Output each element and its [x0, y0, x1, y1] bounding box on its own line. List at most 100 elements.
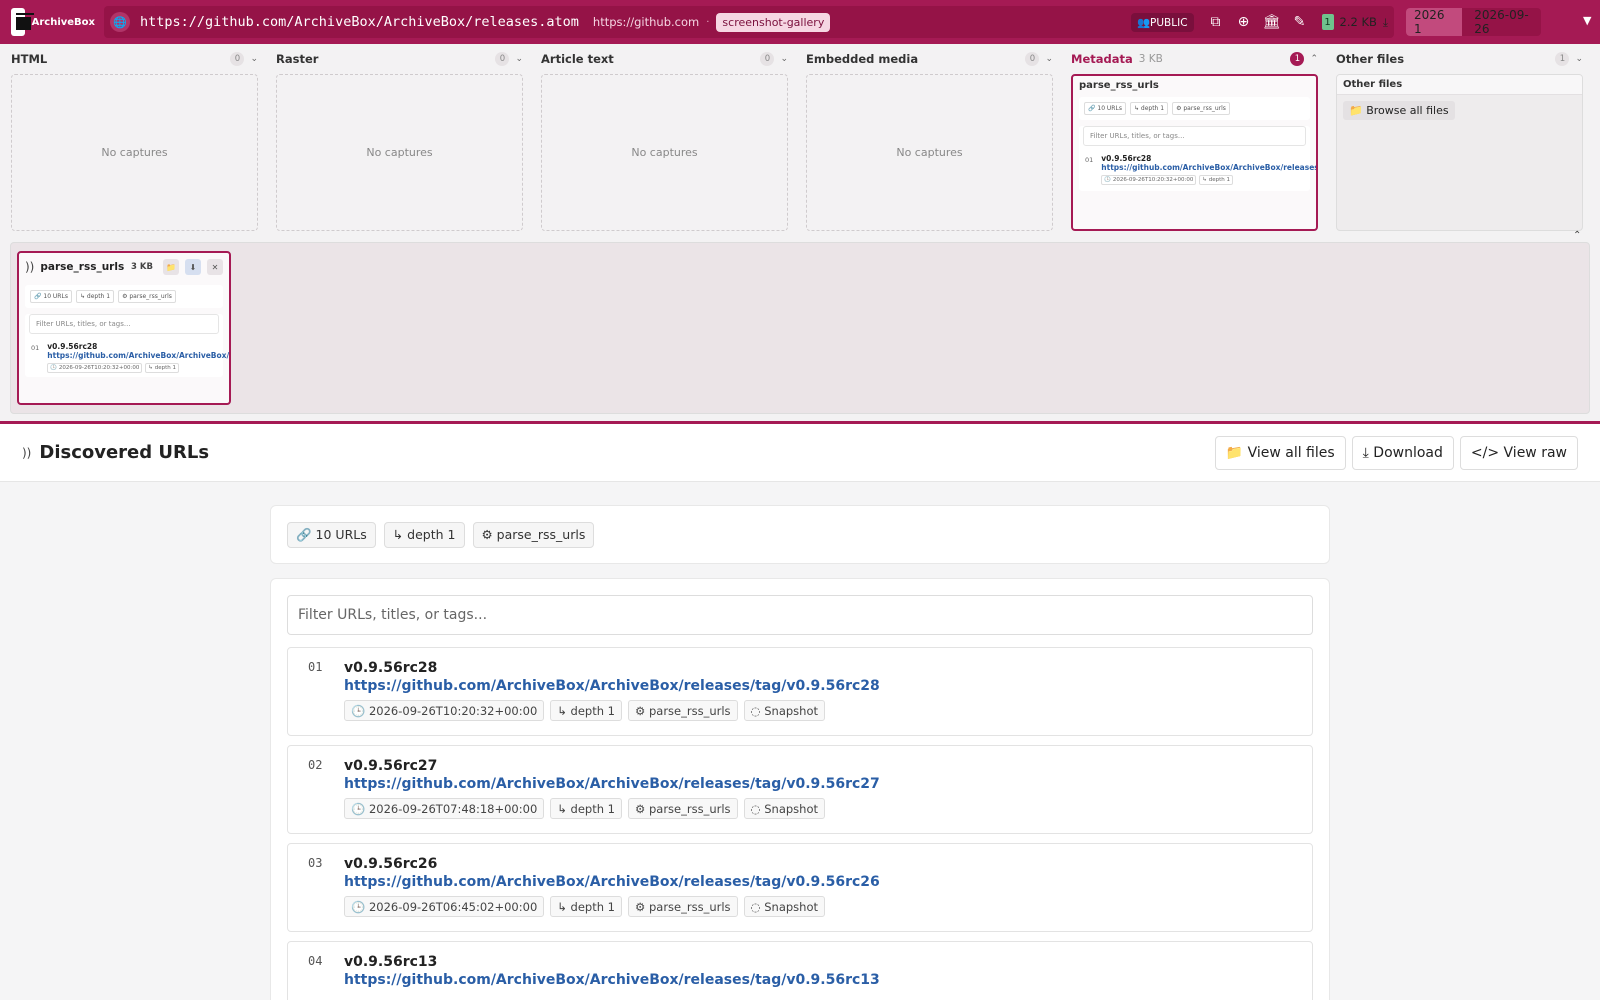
chevron-up-icon[interactable]: ⌃: [1573, 230, 1581, 241]
column-count: 0: [495, 52, 510, 66]
item-status[interactable]: ◌ Snapshot: [743, 896, 825, 917]
date-selector[interactable]: 2026 1 2026-09-26: [1406, 8, 1541, 36]
chevron-down-icon[interactable]: ⌄: [250, 54, 258, 64]
download-icon[interactable]: ⤓: [1383, 15, 1388, 30]
preview-item-number: 01: [31, 344, 40, 352]
url-bar: 🌐 https://github.com/ArchiveBox/ArchiveB…: [104, 6, 1394, 38]
preview-item-link: https://github.com/ArchiveBox/ArchiveBox…: [47, 351, 230, 360]
column-label: Metadata: [1071, 52, 1133, 66]
preview-item-tag: 🕒 2026-09-26T10:20:32+00:00: [47, 363, 143, 373]
column-header[interactable]: Article text 0 ⌄: [541, 44, 788, 74]
column-label: Article text: [541, 52, 614, 66]
chevron-down-icon[interactable]: ⌄: [1045, 54, 1053, 64]
preview-list: Filter URLs, titles, or tags... 01 v0.9.…: [1079, 126, 1316, 191]
download-button[interactable]: ⤓ Download: [1351, 435, 1454, 470]
preview-item-tags: 🕒 2026-09-26T10:20:32+00:00 ↳ depth 1: [47, 363, 229, 373]
preview-list: Filter URLs, titles, or tags... 01 v0.9.…: [25, 314, 229, 377]
item-parser: ⚙ parse_rss_urls: [628, 798, 738, 819]
item-parser: ⚙ parse_rss_urls: [628, 896, 738, 917]
filter-input[interactable]: Filter URLs, titles, or tags...: [287, 595, 1313, 635]
browse-all-files-button[interactable]: 📁 Browse all files: [1343, 101, 1455, 120]
preview-stat: ⚙ parse_rss_urls: [118, 290, 176, 303]
column-header[interactable]: Other files 1 ⌄: [1336, 44, 1583, 74]
preview-stat: 🔗 10 URLs: [1084, 102, 1126, 115]
list-item[interactable]: 02 v0.9.56rc27 https://github.com/Archiv…: [287, 745, 1313, 834]
item-date: 🕒 2026-09-26T06:45:02+00:00: [344, 896, 545, 917]
chevron-up-icon[interactable]: ⌃: [1310, 54, 1318, 64]
empty-state: No captures: [11, 74, 258, 231]
preview-stat: ↳ depth 1: [1129, 102, 1169, 115]
preview-item-title: v0.9.56rc28: [47, 342, 98, 351]
chevron-down-icon[interactable]: ▼: [1583, 14, 1591, 27]
app-name: ArchiveBox: [31, 16, 95, 28]
item-status[interactable]: ◌ Snapshot: [743, 798, 825, 819]
item-depth: ↳ depth 1: [550, 700, 623, 721]
chevron-down-icon[interactable]: ⌄: [1575, 54, 1583, 64]
item-link[interactable]: https://github.com/ArchiveBox/ArchiveBox…: [344, 776, 880, 792]
web-icon[interactable]: ⊕: [1232, 10, 1256, 34]
item-title: v0.9.56rc27: [344, 758, 438, 774]
view-raw-button[interactable]: </> View raw: [1459, 435, 1578, 470]
item-depth: ↳ depth 1: [550, 896, 623, 917]
day-label[interactable]: 2026-09-26: [1462, 8, 1541, 36]
url-list-card: Filter URLs, titles, or tags... 01 v0.9.…: [270, 578, 1330, 1000]
capture-columns: HTML 0 ⌄ No captures Raster 0 ⌄ No captu…: [0, 44, 1600, 239]
item-number: 02: [308, 758, 323, 772]
url-actions: 👥PUBLIC ⧉ ⊕ 🏛 ✎ 1 2.2 KB ⤓: [1130, 10, 1388, 34]
column-html: HTML 0 ⌄ No captures: [11, 44, 258, 239]
folder-icon[interactable]: 📁: [163, 259, 179, 275]
other-files-card: Other files 📁 Browse all files: [1336, 74, 1583, 231]
size-label: 2.2 KB: [1339, 15, 1377, 29]
snapshot-url[interactable]: https://github.com/ArchiveBox/ArchiveBox…: [140, 14, 579, 30]
other-files-title: Other files: [1337, 75, 1582, 95]
item-title: v0.9.56rc26: [344, 856, 438, 872]
year-selector[interactable]: 2026 1: [1406, 8, 1463, 36]
visibility-badge[interactable]: 👥PUBLIC: [1130, 12, 1194, 32]
metadata-preview-card[interactable]: parse_rss_urls 🔗 10 URLs ↳ depth 1 ⚙ par…: [1071, 74, 1318, 231]
column-count: 1: [1290, 52, 1305, 66]
preview-stats: 🔗 10 URLs ↳ depth 1 ⚙ parse_rss_urls: [1079, 97, 1310, 120]
archivebox-logo[interactable]: ArchiveBox: [0, 0, 95, 44]
chevron-down-icon[interactable]: ⌄: [515, 54, 523, 64]
file-count-badge: 1: [1321, 14, 1334, 30]
column-raster: Raster 0 ⌄ No captures: [276, 44, 523, 239]
tray-preview-card[interactable]: )) parse_rss_urls 3 KB 📁 ⬇ ✕ 🔗 10 URLs ↳…: [17, 251, 231, 405]
archive-icon[interactable]: 🏛: [1260, 10, 1284, 34]
column-header[interactable]: HTML 0 ⌄: [11, 44, 258, 74]
list-item[interactable]: 01 v0.9.56rc28 https://github.com/Archiv…: [287, 647, 1313, 736]
tag-pill[interactable]: screenshot-gallery: [716, 12, 831, 32]
preview-item-title: v0.9.56rc28: [1101, 154, 1152, 163]
preview-item-number: 01: [1085, 156, 1094, 164]
snapshot-host[interactable]: https://github.com: [593, 15, 699, 29]
stat-url-count: 🔗 10 URLs: [287, 521, 376, 548]
column-label: Other files: [1336, 52, 1405, 66]
chevron-down-icon[interactable]: ⌄: [780, 54, 788, 64]
column-count: 0: [230, 52, 245, 66]
item-link[interactable]: https://github.com/ArchiveBox/ArchiveBox…: [344, 874, 880, 890]
preview-stat: 🔗 10 URLs: [30, 290, 72, 303]
preview-tray: )) parse_rss_urls 3 KB 📁 ⬇ ✕ 🔗 10 URLs ↳…: [10, 242, 1590, 414]
edit-icon[interactable]: ✎: [1288, 10, 1312, 34]
list-item[interactable]: 03 v0.9.56rc26 https://github.com/Archiv…: [287, 843, 1313, 932]
list-item[interactable]: 04 v0.9.56rc13 https://github.com/Archiv…: [287, 941, 1313, 1000]
column-count: 1: [1555, 52, 1570, 66]
visibility-label: PUBLIC: [1150, 16, 1188, 29]
item-number: 04: [308, 954, 323, 968]
column-header[interactable]: Embedded media 0 ⌄: [806, 44, 1053, 74]
preview-item: 01 v0.9.56rc28 https://github.com/Archiv…: [1079, 150, 1316, 189]
view-all-files-button[interactable]: 📁 View all files: [1214, 435, 1346, 470]
item-status[interactable]: ◌ Snapshot: [743, 700, 825, 721]
column-header[interactable]: Raster 0 ⌄: [276, 44, 523, 74]
stat-parser: ⚙ parse_rss_urls: [472, 521, 595, 548]
preview-filter: Filter URLs, titles, or tags...: [1083, 126, 1306, 146]
column-metadata: Metadata 3 KB 1 ⌃ parse_rss_urls 🔗 10 UR…: [1071, 44, 1318, 239]
rss-icon: )): [22, 445, 32, 460]
size-indicator[interactable]: 1 2.2 KB ⤓: [1321, 14, 1388, 30]
item-link[interactable]: https://github.com/ArchiveBox/ArchiveBox…: [344, 678, 880, 694]
item-link[interactable]: https://github.com/ArchiveBox/ArchiveBox…: [344, 972, 880, 988]
download-icon[interactable]: ⬇: [185, 259, 201, 275]
copy-icon[interactable]: ⧉: [1204, 10, 1228, 34]
globe-icon[interactable]: 🌐: [110, 12, 130, 32]
column-header[interactable]: Metadata 3 KB 1 ⌃: [1071, 44, 1318, 74]
close-icon[interactable]: ✕: [207, 259, 223, 275]
